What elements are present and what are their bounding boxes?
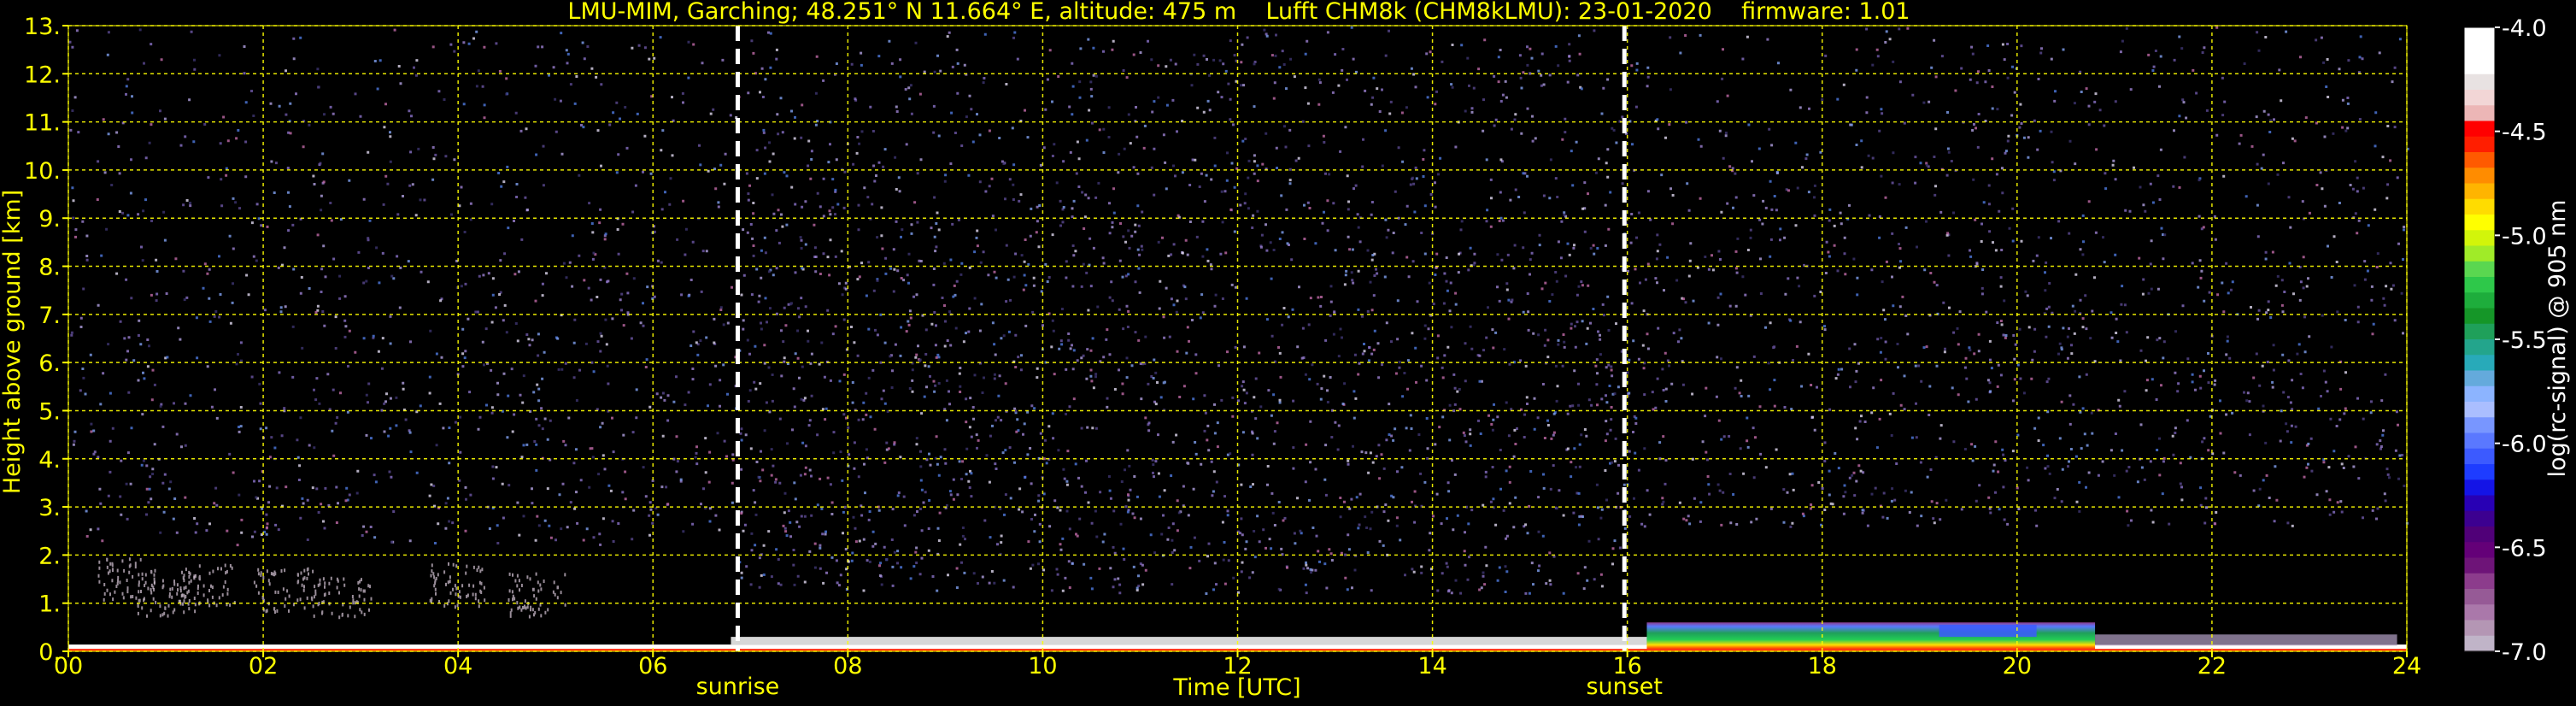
colorbar-segment [2464, 230, 2495, 247]
colorbar-label: log(rc-signal) @ 905 nm [2544, 200, 2571, 478]
y-tick-label: 8. [38, 255, 61, 281]
colorbar-segment [2464, 43, 2495, 60]
colorbar-segment [2464, 589, 2495, 605]
colorbar-segment [2464, 183, 2495, 200]
colorbar-segment [2464, 355, 2495, 372]
colorbar-segment [2464, 495, 2495, 512]
colorbar-segment [2464, 542, 2495, 559]
colorbar-tick-label: -4.0 [2502, 15, 2547, 42]
colorbar-segment [2464, 215, 2495, 231]
colorbar-segment [2464, 168, 2495, 185]
night-residual-layer [2095, 634, 2397, 646]
y-tick-label: 12. [24, 62, 61, 88]
colorbar-segment [2464, 510, 2495, 527]
plot-area: sunrise sunset [67, 25, 2409, 700]
y-tick-label: 1. [38, 591, 61, 618]
colorbar-segment [2464, 432, 2495, 450]
colorbar-segment [2464, 448, 2495, 465]
y-tick-label: 11. [24, 110, 61, 137]
colorbar-segment [2464, 261, 2495, 278]
colorbar-segment [2464, 27, 2495, 44]
x-tick-label: 14 [1417, 653, 1446, 680]
colorbar-tick-label: -6.0 [2502, 432, 2547, 458]
colorbar-segment [2464, 557, 2495, 574]
x-tick-label: 22 [2198, 653, 2227, 680]
colorbar-segment [2464, 152, 2495, 168]
colorbar-segment [2464, 573, 2495, 590]
colorbar-tick-label: -5.0 [2502, 223, 2547, 250]
colorbar-segment [2464, 402, 2495, 418]
colorbar-segment [2464, 58, 2495, 75]
x-tick-label: 06 [638, 653, 667, 680]
y-tick-label: 0. [38, 639, 61, 666]
y-tick-label: 9. [38, 206, 61, 232]
colorbar-tick-label: -4.5 [2502, 120, 2547, 146]
x-tick-label: 18 [1808, 653, 1837, 680]
colorbar-segment [2464, 370, 2495, 387]
colorbar-segment [2464, 277, 2495, 293]
colorbar-segment [2464, 479, 2495, 497]
colorbar-segment [2464, 464, 2495, 480]
x-tick-label: 20 [2003, 653, 2032, 680]
colorbar-segment [2464, 105, 2495, 122]
y-tick-label: 10. [24, 158, 61, 185]
x-tick-label: 16 [1612, 653, 1641, 680]
sun-marker-label: sunrise [696, 674, 780, 700]
x-tick-label: 24 [2392, 653, 2421, 680]
colorbar-segment [2464, 245, 2495, 262]
colorbar-segment [2464, 323, 2495, 340]
chart-title: LMU-MIM, Garching; 48.251° N 11.664° E, … [567, 0, 1910, 25]
daytime-mixing-layer [731, 637, 1647, 645]
y-tick-label: 2. [38, 543, 61, 569]
colorbar-segment [2464, 620, 2495, 637]
colorbar-segment [2464, 308, 2495, 325]
colorbar-segment [2464, 385, 2495, 403]
colorbar-tick-label: -7.0 [2502, 639, 2547, 666]
y-tick-label: 3. [38, 495, 61, 521]
colorbar-segment [2464, 136, 2495, 153]
x-tick-label: 04 [443, 653, 472, 680]
colorbar-segment [2464, 339, 2495, 356]
colorbar-segment [2464, 292, 2495, 309]
colorbar-segment [2464, 74, 2495, 91]
colorbar-segment [2464, 417, 2495, 434]
y-tick-label: 7. [38, 303, 61, 329]
colorbar-segment [2464, 604, 2495, 621]
colorbar-tick-label: -5.5 [2502, 327, 2547, 354]
colorbar-segment [2464, 121, 2495, 138]
colorbar-segment [2464, 635, 2495, 652]
colorbar-segment [2464, 527, 2495, 543]
y-tick-label: 4. [38, 447, 61, 474]
ceilometer-figure: LMU-MIM, Garching; 48.251° N 11.664° E, … [0, 0, 2576, 706]
y-axis-label: Height above ground [km] [0, 190, 26, 494]
y-tick-label: 13. [24, 14, 61, 40]
plot-background [68, 26, 2407, 651]
x-axis-label: Time [UTC] [1172, 674, 1300, 701]
y-tick-label: 5. [38, 398, 61, 425]
colorbar-segment [2464, 90, 2495, 106]
x-tick-label: 10 [1028, 653, 1057, 680]
x-tick-label: 08 [833, 653, 862, 680]
colorbar-segment [2464, 198, 2495, 215]
aerosol-layer-blue [1939, 625, 2037, 638]
colorbar-tick-label: -6.5 [2502, 535, 2547, 562]
x-tick-label: 02 [249, 653, 278, 680]
y-tick-label: 6. [38, 350, 61, 377]
